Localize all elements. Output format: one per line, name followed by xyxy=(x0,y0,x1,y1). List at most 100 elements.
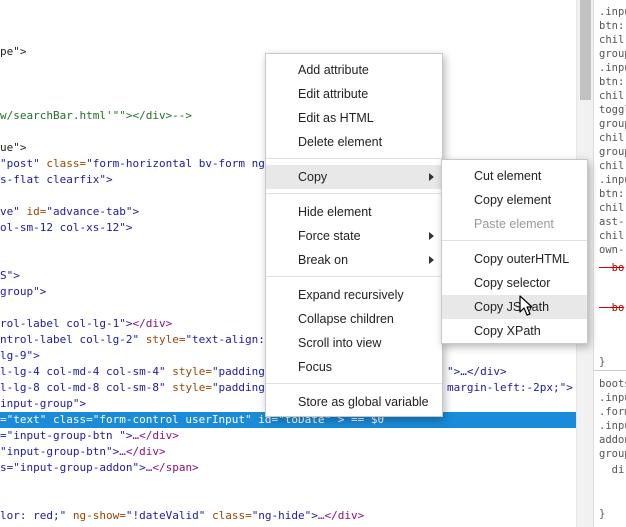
menu-separator xyxy=(266,158,442,159)
chevron-right-icon xyxy=(429,256,434,264)
menu-expand-recursively[interactable]: Expand recursively xyxy=(266,283,442,307)
code-token: pe"> xyxy=(0,45,27,58)
style-rule-text: group xyxy=(599,448,626,460)
menu-item-label: Expand recursively xyxy=(298,288,404,302)
style-rule-text: } xyxy=(599,508,606,520)
menu-item-label: Break on xyxy=(298,253,349,267)
style-rule-text: bo xyxy=(599,262,625,274)
dom-node-line[interactable]: rol-label col-lg-1"></div> xyxy=(0,316,172,332)
submenu-copy-xpath[interactable]: Copy XPath xyxy=(442,319,587,343)
copy-submenu: Cut element Copy element Paste element Copy… xyxy=(441,159,588,344)
dom-node-line[interactable]: ntrol-label col-lg-2" style="text-align: xyxy=(0,332,265,348)
dom-node-line[interactable]: l-lg-8 col-md-8 col-sm-8" style="padding… xyxy=(0,380,272,396)
code-token: "text-align: xyxy=(185,333,265,346)
menu-copy[interactable]: Copy xyxy=(266,165,442,189)
menu-item-label: Delete element xyxy=(298,135,383,149)
styles-divider xyxy=(594,370,626,371)
menu-item-label: Scroll into view xyxy=(298,336,382,350)
dom-node-line[interactable]: pe"> xyxy=(0,44,27,60)
dom-node-line[interactable]: ol-sm-12 col-xs-12"> xyxy=(0,220,132,236)
code-token: lor: red;" xyxy=(0,509,67,522)
dom-node-line[interactable]: s="input-group-addon">…</span> xyxy=(0,460,199,476)
style-rule-text: chil xyxy=(599,132,625,144)
code-token: rol-label col-lg-1"> xyxy=(0,317,133,330)
menu-break-on[interactable]: Break on xyxy=(266,248,442,272)
menu-collapse-children[interactable]: Collapse children xyxy=(266,307,442,331)
styles-pane: .inpu btn: chil group .inpu btn: chil toggl grou… xyxy=(593,0,626,527)
code-token: style= xyxy=(165,381,212,394)
menu-edit-as-html[interactable]: Edit as HTML xyxy=(266,106,442,130)
menu-item-label: Force state xyxy=(298,229,361,243)
style-rule-text: btn: xyxy=(599,20,625,32)
dom-node-line[interactable]: group"> xyxy=(0,284,46,300)
submenu-copy-element[interactable]: Copy element xyxy=(442,188,587,212)
code-token: …</div> xyxy=(119,445,166,458)
style-rule-text: .inpu xyxy=(599,420,626,432)
dom-node-line[interactable]: ue"> xyxy=(0,140,27,156)
menu-item-label: Copy XPath xyxy=(474,324,541,338)
code-token: "!dateValid" xyxy=(125,509,206,522)
code-token: class= xyxy=(205,509,252,522)
code-token: ntrol-label col-lg-2" xyxy=(0,333,140,346)
menu-item-label: Collapse children xyxy=(298,312,394,326)
style-rule-text: .inpu xyxy=(599,392,626,404)
dom-node-line[interactable]: "input-group-btn">…</div> xyxy=(0,444,166,460)
scrollbar-thumb[interactable] xyxy=(580,0,591,100)
style-rule-text: } xyxy=(599,356,606,368)
dom-node-line[interactable]: ="input-group-btn ">…</div> xyxy=(0,428,179,444)
style-rule-text: .inpu xyxy=(599,62,626,74)
dom-node-line[interactable]: w/searchBar.html'""></div>--> xyxy=(0,108,192,124)
submenu-paste-element: Paste element xyxy=(442,212,587,236)
menu-delete-element[interactable]: Delete element xyxy=(266,130,442,154)
dom-node-line[interactable]: l-lg-4 col-md-4 col-sm-4" style="padding… xyxy=(0,364,272,380)
menu-add-attribute[interactable]: Add attribute xyxy=(266,58,442,82)
code-token: "padding- xyxy=(211,381,272,394)
menu-item-label: Add attribute xyxy=(298,63,369,77)
submenu-cut-element[interactable]: Cut element xyxy=(442,164,587,188)
submenu-copy-outerhtml[interactable]: Copy outerHTML xyxy=(442,247,587,271)
menu-edit-attribute[interactable]: Edit attribute xyxy=(266,82,442,106)
dom-node-line[interactable]: "post" class="form-horizontal bv-form ng xyxy=(0,156,265,172)
menu-item-label: Copy element xyxy=(474,193,552,207)
style-rule-text: own- xyxy=(599,244,625,256)
code-token: …</div> xyxy=(317,509,365,522)
dom-node-line[interactable]: ve" id="advance-tab"> xyxy=(0,204,139,220)
menu-focus[interactable]: Focus xyxy=(266,355,442,379)
menu-item-label: Copy outerHTML xyxy=(474,252,570,266)
code-token: s-flat clearfix"> xyxy=(0,173,113,186)
code-token: lg-9"> xyxy=(0,349,40,362)
code-token: l-lg-8 col-md-8 col-sm-8" xyxy=(0,381,166,394)
code-token: w/searchBar.html'""></div>--> xyxy=(0,109,193,122)
menu-item-label: Hide element xyxy=(298,205,372,219)
style-rule-text: di xyxy=(599,464,625,476)
style-rule-text: .form xyxy=(599,406,626,418)
menu-item-label: Copy selector xyxy=(474,276,551,290)
code-token: style= xyxy=(165,365,212,378)
style-rule-text: group xyxy=(599,118,626,130)
style-rule-text: chil xyxy=(599,34,625,46)
menu-item-label: Copy xyxy=(298,170,328,184)
style-rule-text: addon xyxy=(599,434,626,446)
menu-separator xyxy=(266,276,442,277)
code-token: "ng-hide"> xyxy=(251,509,318,522)
dom-node-line[interactable]: input-group"> xyxy=(0,396,86,412)
dom-node-line[interactable]: S"> xyxy=(0,268,20,284)
code-token: input-group"> xyxy=(0,397,87,410)
menu-hide-element[interactable]: Hide element xyxy=(266,200,442,224)
submenu-copy-js-path[interactable]: Copy JS path xyxy=(442,295,587,319)
submenu-copy-selector[interactable]: Copy selector xyxy=(442,271,587,295)
code-token: "input-group-btn"> xyxy=(0,445,120,458)
code-token: class= xyxy=(39,157,87,170)
style-rule-text: boots xyxy=(599,378,626,390)
dom-node-line[interactable]: lg-9"> xyxy=(0,348,40,364)
code-token: l-lg-4 col-md-4 col-sm-4" xyxy=(0,365,166,378)
menu-item-label: Cut element xyxy=(474,169,542,183)
menu-store-as-global-variable[interactable]: Store as global variable xyxy=(266,390,442,414)
code-token: S"> xyxy=(0,269,20,282)
menu-force-state[interactable]: Force state xyxy=(266,224,442,248)
dom-node-line[interactable]: s-flat clearfix"> xyxy=(0,172,113,188)
dom-node-line[interactable]: lor: red;" ng-show="!dateValid" class="n… xyxy=(0,508,364,524)
menu-scroll-into-view[interactable]: Scroll into view xyxy=(266,331,442,355)
style-rule-text: ast- xyxy=(599,216,625,228)
style-rule-text: bo xyxy=(599,302,625,314)
